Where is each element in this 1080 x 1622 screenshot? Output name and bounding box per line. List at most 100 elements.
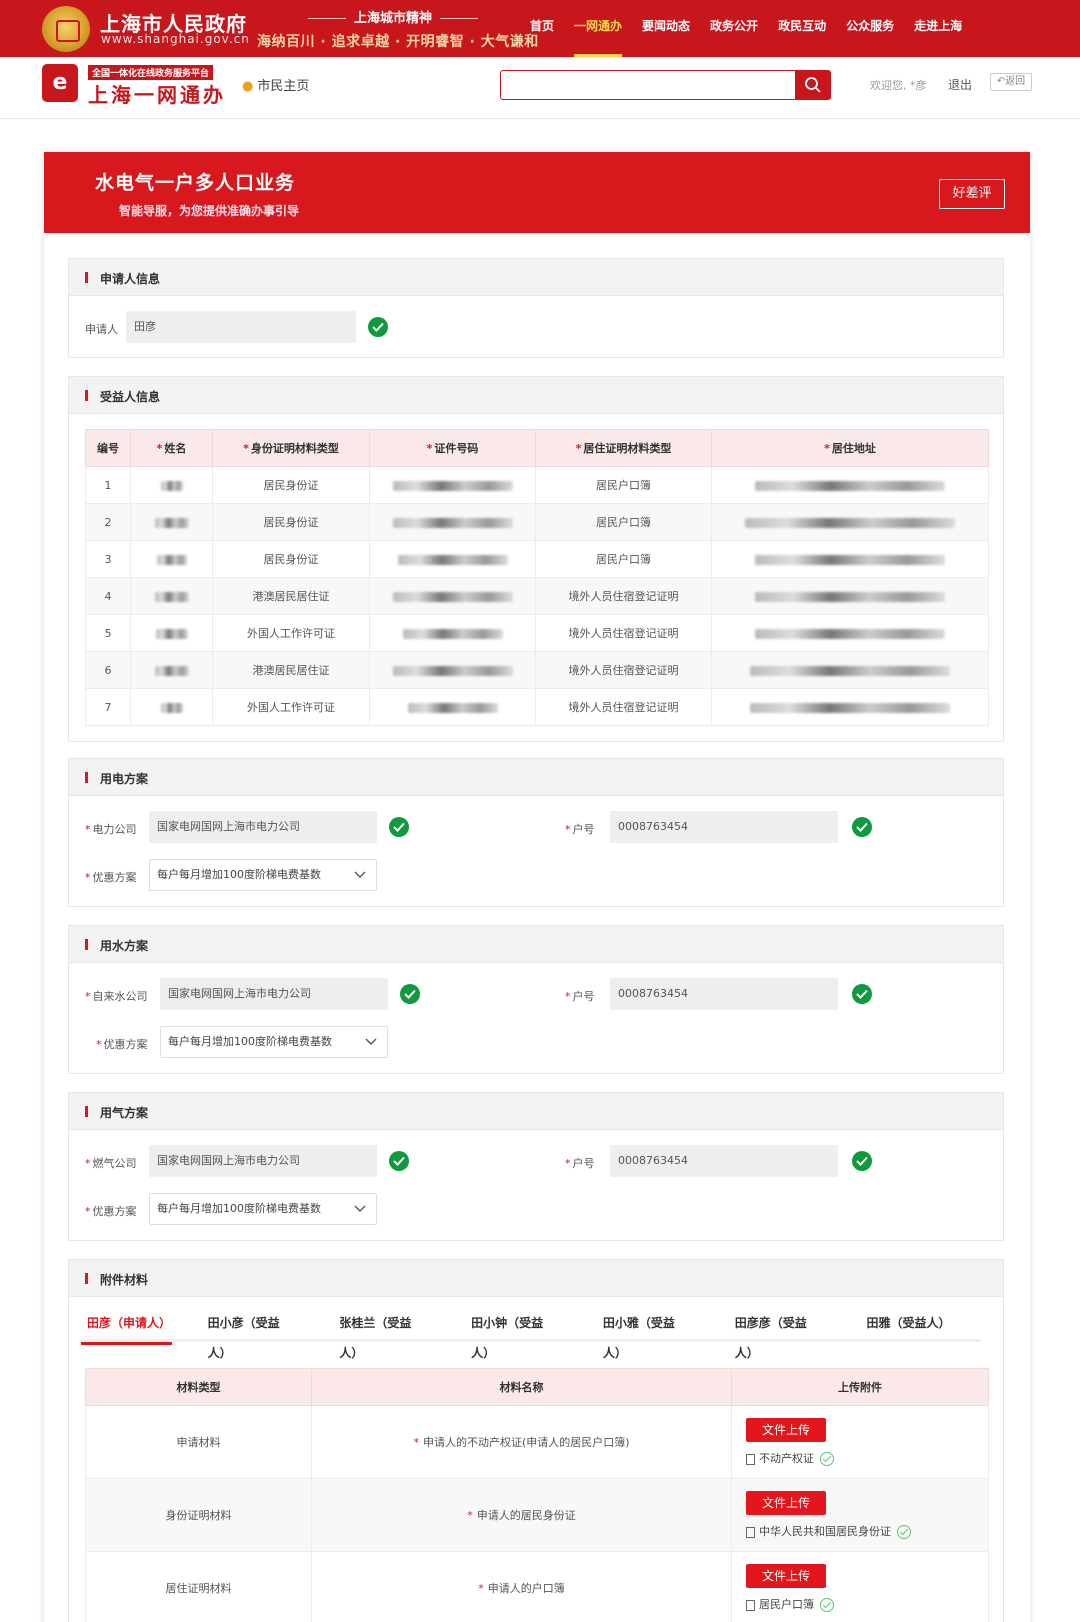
- water-company-field[interactable]: 国家电网国网上海市电力公司: [160, 978, 388, 1010]
- residence-type-cell: 居民户口簿: [535, 503, 712, 541]
- tab-beneficiary[interactable]: 田小雅（受益人）: [597, 1308, 699, 1360]
- gov-site-url: www.shanghai.gov.cn: [101, 32, 250, 46]
- tab-beneficiary[interactable]: 田彦彦（受益人）: [729, 1308, 831, 1360]
- logout-link[interactable]: 退出: [948, 76, 972, 93]
- tab-beneficiary[interactable]: 田雅（受益人）: [860, 1308, 951, 1342]
- uploaded-file[interactable]: 中华人民共和国居民身份证: [746, 1523, 988, 1539]
- id-type-cell: 港澳居民居住证: [212, 651, 370, 689]
- search-button[interactable]: [795, 70, 831, 100]
- gas-company-field[interactable]: 国家电网国网上海市电力公司: [149, 1145, 377, 1177]
- table-row[interactable]: 4 港澳居民居住证 境外人员住宿登记证明: [85, 577, 989, 615]
- platform-tag: 全国一体化在线政务服务平台: [88, 65, 214, 80]
- blurred-address: [711, 503, 989, 541]
- section-title: 用水方案: [100, 939, 149, 953]
- nav-item-yiwangtongban[interactable]: 一网通办: [574, 0, 623, 57]
- water-account-field[interactable]: 0008763454: [610, 978, 838, 1010]
- tab-applicant[interactable]: 田彦（申请人）: [81, 1308, 172, 1345]
- residence-type-cell: 境外人员住宿登记证明: [535, 688, 712, 726]
- table-row[interactable]: 7 外国人工作许可证 境外人员住宿登记证明: [85, 688, 989, 726]
- file-icon: [746, 1599, 755, 1611]
- blurred-name: [130, 577, 213, 615]
- nav-item-news[interactable]: 要闻动态: [642, 0, 690, 57]
- search-input[interactable]: [500, 70, 796, 100]
- uploaded-file[interactable]: 不动产权证: [746, 1450, 988, 1466]
- applicant-name-field[interactable]: 田彦: [126, 311, 356, 343]
- table-row[interactable]: 5 外国人工作许可证 境外人员住宿登记证明: [85, 614, 989, 652]
- service-hero: 水电气一户多人口业务 智能导服，为您提供准确办事引导 好差评: [44, 152, 1030, 233]
- gas-company-label: * 燃气公司: [85, 1157, 137, 1170]
- section-header: 附件材料: [69, 1260, 1003, 1297]
- col-header-upload: 上传附件: [731, 1368, 989, 1406]
- table-row[interactable]: 1 居民身份证 居民户口簿: [85, 466, 989, 504]
- residence-type-cell: 居民户口簿: [535, 540, 712, 578]
- water-section: 用水方案 * 自来水公司 国家电网国网上海市电力公司 * 户号 0008763454…: [68, 925, 1004, 1074]
- upload-success-icon: [820, 1452, 834, 1466]
- material-name-cell: * 申请人的不动产权证(申请人的居民户口簿): [311, 1405, 732, 1479]
- electric-plan-select[interactable]: 每户每月增加100度阶梯电费基数: [149, 859, 377, 891]
- tab-beneficiary[interactable]: 田小钟（受益人）: [465, 1308, 567, 1360]
- blurred-id-number: [369, 688, 536, 726]
- nav-item-gov-open[interactable]: 政务公开: [710, 0, 758, 57]
- upload-cell: 文件上传 中华人民共和国居民身份证: [731, 1478, 989, 1552]
- city-spirit-heading: 上海城市精神: [300, 7, 486, 26]
- gas-account-label: * 户号: [565, 1157, 595, 1170]
- id-type-cell: 居民身份证: [212, 466, 370, 504]
- table-row: 居住证明材料 * 申请人的户口簿 文件上传 居民户口簿: [85, 1551, 989, 1622]
- blurred-address: [711, 577, 989, 615]
- blurred-id-number: [369, 577, 536, 615]
- blurred-name: [130, 540, 213, 578]
- back-button[interactable]: ↶返回: [990, 73, 1032, 91]
- water-plan-select[interactable]: 每户每月增加100度阶梯电费基数: [160, 1026, 388, 1058]
- upload-success-icon: [820, 1598, 834, 1612]
- file-icon: [746, 1526, 755, 1538]
- shanghai-emblem-icon[interactable]: [42, 6, 90, 52]
- uploaded-file-name: 中华人民共和国居民身份证: [759, 1525, 891, 1538]
- section-title: 用电方案: [100, 772, 149, 786]
- nav-item-home[interactable]: 首页: [530, 0, 554, 57]
- blurred-id-number: [369, 466, 536, 504]
- id-type-cell: 外国人工作许可证: [212, 614, 370, 652]
- blurred-address: [711, 540, 989, 578]
- table-row[interactable]: 3 居民身份证 居民户口簿: [85, 540, 989, 578]
- gas-plan-select[interactable]: 每户每月增加100度阶梯电费基数: [149, 1193, 377, 1225]
- row-number: 2: [85, 503, 131, 541]
- location-pin-icon: ●: [242, 79, 254, 94]
- file-upload-button[interactable]: 文件上传: [746, 1564, 826, 1588]
- electric-account-label: * 户号: [565, 823, 595, 836]
- service-title: 水电气一户多人口业务: [95, 172, 296, 194]
- yiwang-logo-icon[interactable]: e: [42, 64, 78, 102]
- nav-item-about-shanghai[interactable]: 走进上海: [914, 0, 962, 57]
- verified-check-icon: [400, 984, 420, 1004]
- nav-item-public-service[interactable]: 公众服务: [846, 0, 894, 57]
- search-icon: [805, 77, 821, 93]
- service-panel: 水电气一户多人口业务 智能导服，为您提供准确办事引导 好差评 申请人信息 申请人…: [44, 152, 1030, 1622]
- water-account-label: * 户号: [565, 990, 595, 1003]
- table-row[interactable]: 6 港澳居民居住证 境外人员住宿登记证明: [85, 651, 989, 689]
- residence-type-cell: 境外人员住宿登记证明: [535, 614, 712, 652]
- rate-service-button[interactable]: 好差评: [939, 179, 1005, 209]
- file-upload-button[interactable]: 文件上传: [746, 1418, 826, 1442]
- nav-item-interaction[interactable]: 政民互动: [778, 0, 826, 57]
- table-row[interactable]: 2 居民身份证 居民户口簿: [85, 503, 989, 541]
- chevron-down-icon: [365, 1038, 377, 1045]
- tab-beneficiary[interactable]: 张桂兰（受益人）: [333, 1308, 435, 1360]
- electric-plan-label: * 优惠方案: [85, 871, 137, 884]
- citizen-home-link[interactable]: ● 市民主页: [242, 75, 309, 94]
- applicant-section: 申请人信息 申请人 田彦: [68, 258, 1004, 358]
- electric-company-label: * 电力公司: [85, 823, 137, 836]
- city-spirit-slogan: 海纳百川 · 追求卓越 · 开明睿智 · 大气谦和: [257, 34, 539, 50]
- row-number: 4: [85, 577, 131, 615]
- portal-header: e 全国一体化在线政务服务平台 上海一网通办 ● 市民主页 欢迎您, *彦 退出 …: [0, 57, 1080, 119]
- material-name-cell: * 申请人的户口簿: [311, 1551, 732, 1622]
- file-upload-button[interactable]: 文件上传: [746, 1491, 826, 1515]
- electric-account-field[interactable]: 0008763454: [610, 811, 838, 843]
- uploaded-file[interactable]: 居民户口簿: [746, 1596, 988, 1612]
- gas-account-field[interactable]: 0008763454: [610, 1145, 838, 1177]
- chevron-down-icon: [354, 871, 366, 878]
- id-type-cell: 居民身份证: [212, 540, 370, 578]
- section-title: 附件材料: [100, 1273, 149, 1287]
- electric-company-field[interactable]: 国家电网国网上海市电力公司: [149, 811, 377, 843]
- tab-beneficiary[interactable]: 田小彦（受益人）: [202, 1308, 304, 1360]
- blurred-id-number: [369, 614, 536, 652]
- portal-name[interactable]: 上海一网通办: [88, 79, 226, 108]
